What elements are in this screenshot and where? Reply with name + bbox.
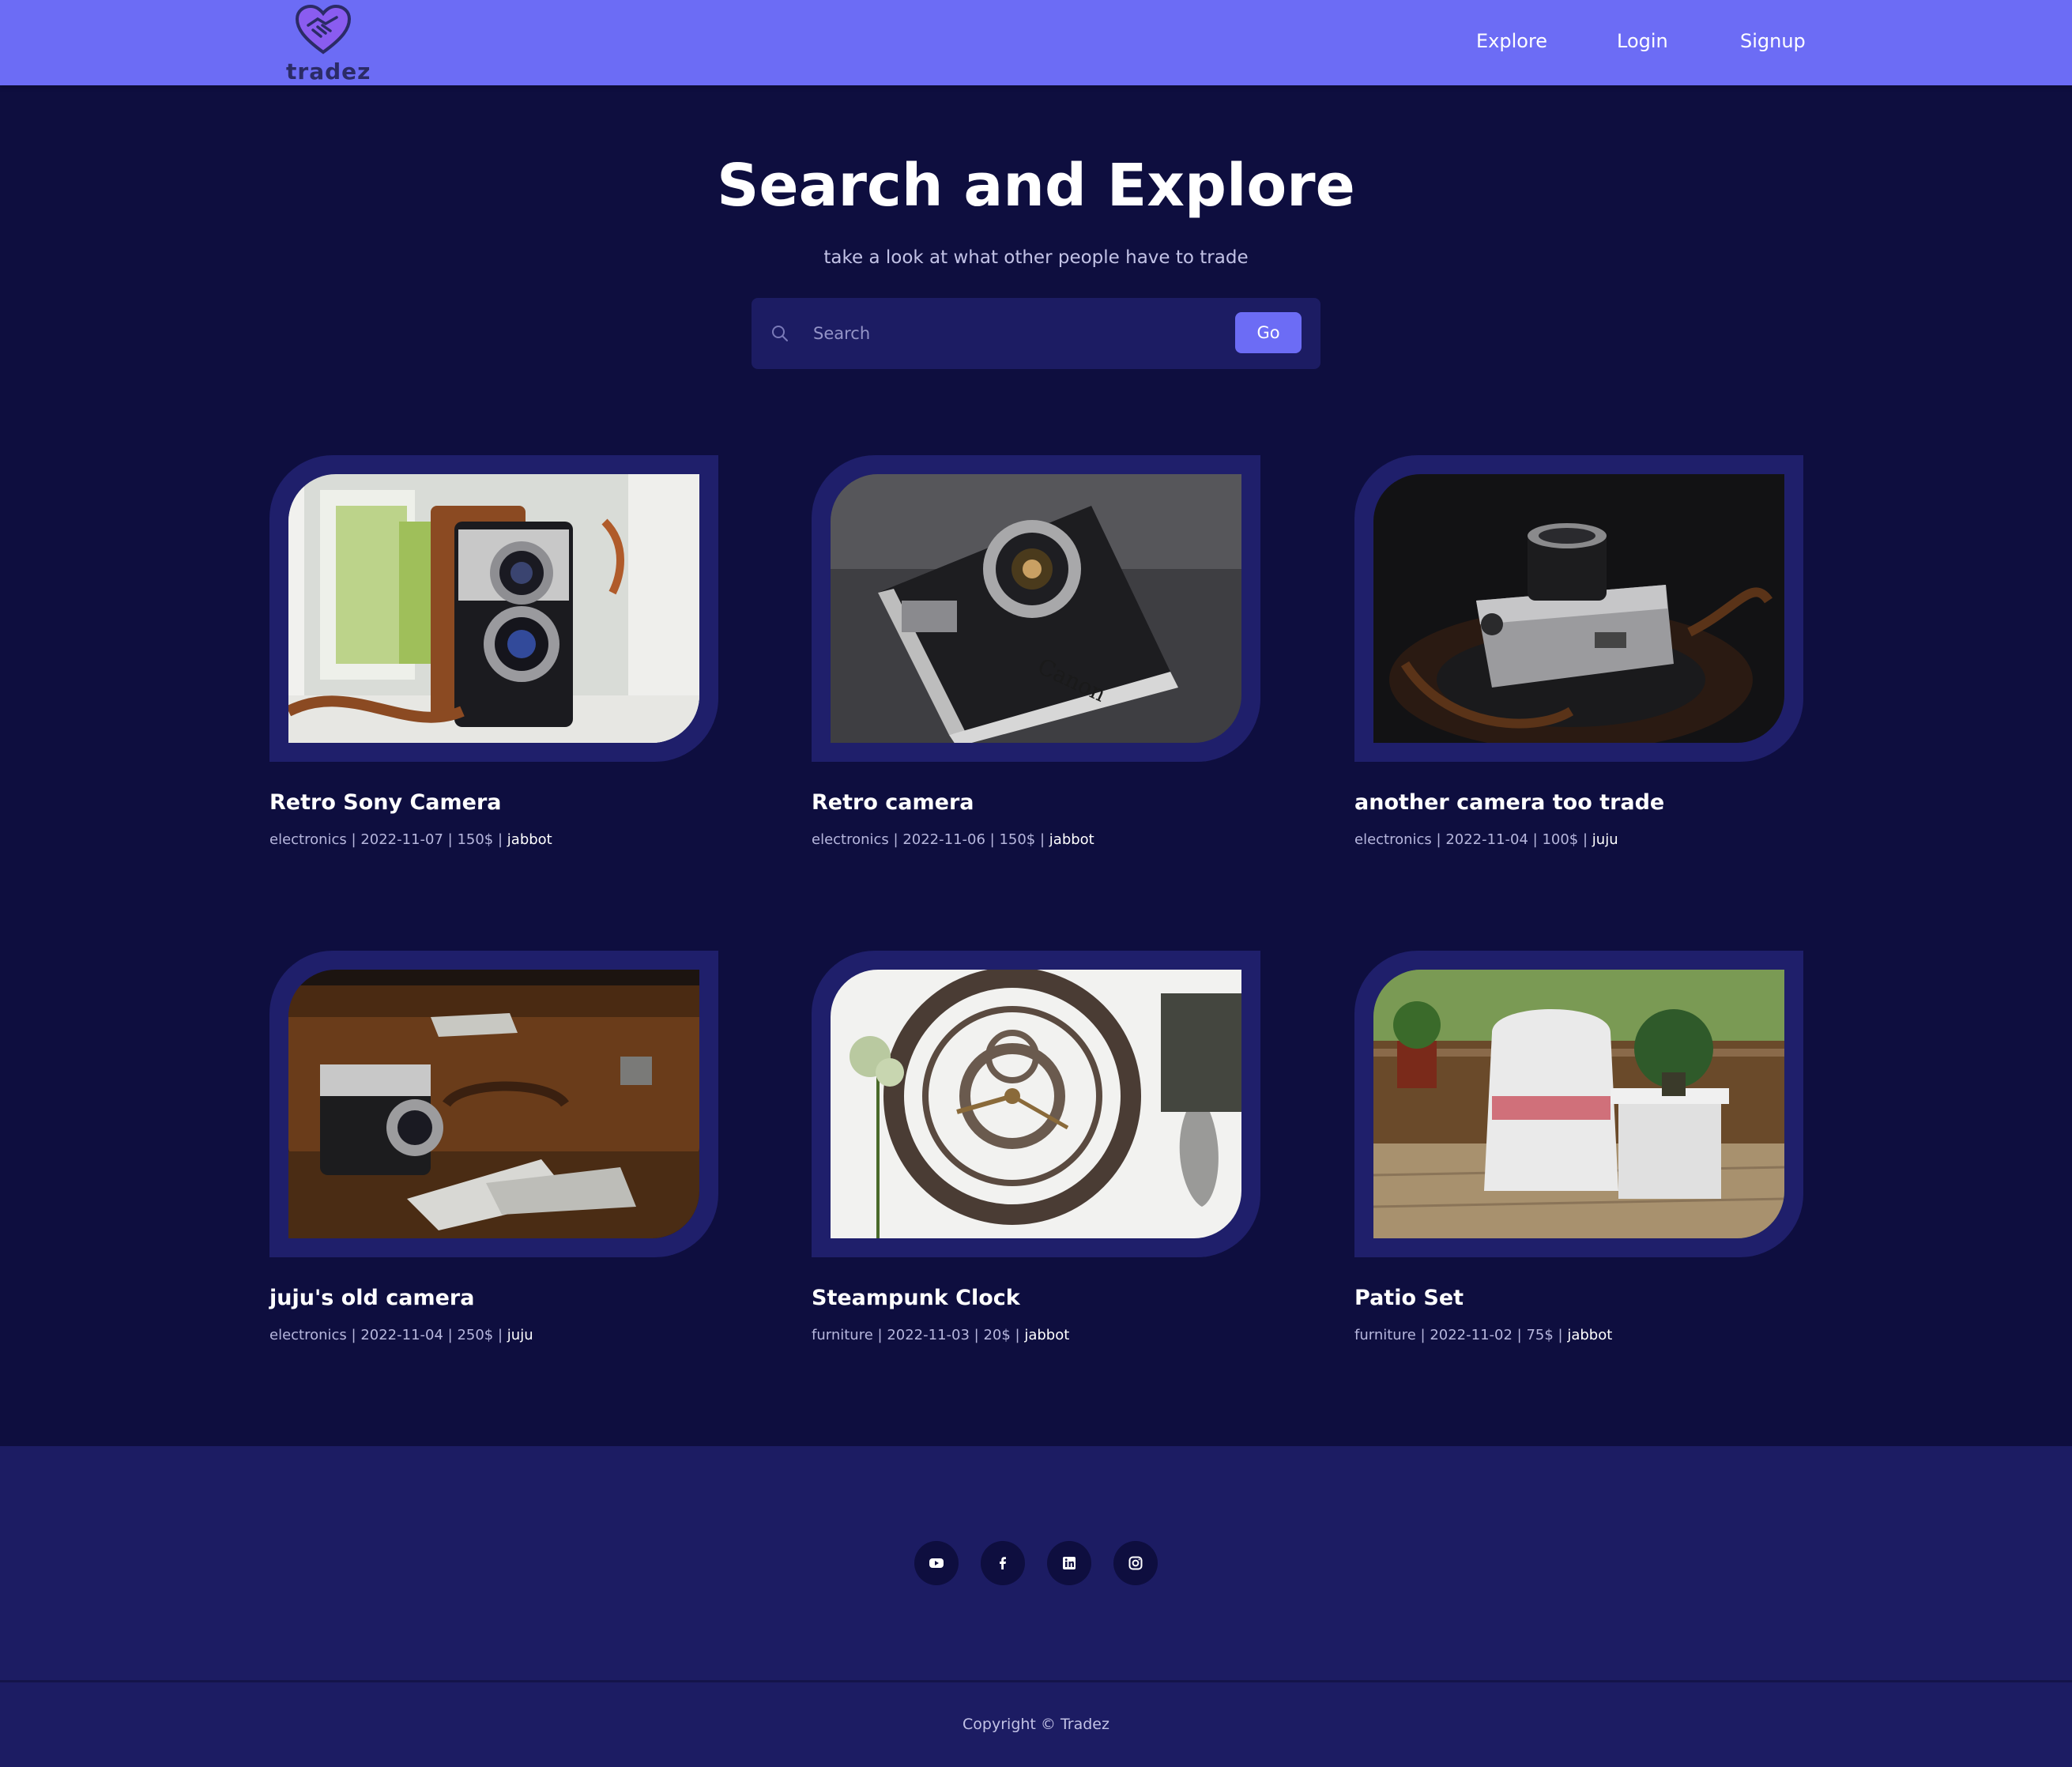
listing-category: electronics: [269, 1327, 347, 1343]
nav-explore-link[interactable]: Explore: [1476, 30, 1547, 52]
listing-price: 75$: [1526, 1327, 1554, 1343]
listing-date: 2022-11-02: [1430, 1327, 1513, 1343]
brand-logo[interactable]: tradez: [286, 5, 371, 85]
listing-user-link[interactable]: juju: [507, 1327, 533, 1343]
twin-lens-camera-photo: [288, 474, 699, 743]
search-input[interactable]: [813, 314, 1185, 353]
listing-image-frame: [1354, 951, 1803, 1257]
listing-card[interactable]: Steampunk Clock furniture | 2022-11-03 |…: [812, 951, 1260, 1362]
listing-user-link[interactable]: jabbot: [1567, 1327, 1612, 1343]
listing-card[interactable]: Retro Sony Camera electronics | 2022-11-…: [269, 455, 718, 866]
listing-image-frame: [1354, 455, 1803, 762]
facebook-link[interactable]: [981, 1541, 1025, 1585]
listing-title[interactable]: Steampunk Clock: [812, 1286, 1020, 1310]
listing-category: furniture: [812, 1327, 873, 1343]
copyright-text: Copyright © Tradez: [963, 1716, 1109, 1733]
listing-meta: electronics | 2022-11-06 | 150$ | jabbot: [812, 831, 1094, 848]
listing-category: electronics: [269, 831, 347, 848]
listing-title[interactable]: Patio Set: [1354, 1286, 1464, 1310]
listing-price: 250$: [457, 1327, 494, 1343]
listing-image-frame: [269, 455, 718, 762]
page-title: Search and Explore: [717, 152, 1355, 220]
youtube-icon: [929, 1558, 944, 1568]
listing-meta: electronics | 2022-11-07 | 150$ | jabbot: [269, 831, 552, 848]
listing-price: 150$: [457, 831, 494, 848]
instagram-icon: [1128, 1556, 1143, 1570]
listing-date: 2022-11-03: [887, 1327, 970, 1343]
listing-date: 2022-11-07: [360, 831, 443, 848]
listing-meta: furniture | 2022-11-02 | 75$ | jabbot: [1354, 1327, 1613, 1343]
listing-card[interactable]: Patio Set furniture | 2022-11-02 | 75$ |…: [1354, 951, 1803, 1362]
top-navbar: tradez Explore Login Signup: [0, 0, 2072, 85]
wicker-patio-photo: [1373, 970, 1784, 1238]
listing-image-frame: [812, 951, 1260, 1257]
listing-meta: electronics | 2022-11-04 | 250$ | juju: [269, 1327, 533, 1343]
listing-user-link[interactable]: jabbot: [1024, 1327, 1069, 1343]
listing-title[interactable]: Retro Sony Camera: [269, 790, 502, 815]
listing-meta: furniture | 2022-11-03 | 20$ | jabbot: [812, 1327, 1070, 1343]
listing-title[interactable]: another camera too trade: [1354, 790, 1664, 815]
footer: [0, 1446, 2072, 1680]
listing-title[interactable]: Retro camera: [812, 790, 974, 815]
listing-user-link[interactable]: juju: [1592, 831, 1618, 848]
nav-signup-link[interactable]: Signup: [1740, 30, 1806, 52]
listing-meta: electronics | 2022-11-04 | 100$ | juju: [1354, 831, 1618, 848]
nav-login-link[interactable]: Login: [1617, 30, 1668, 52]
instagram-link[interactable]: [1113, 1541, 1158, 1585]
listing-category: electronics: [812, 831, 889, 848]
listing-image-frame: [269, 951, 718, 1257]
heart-handshake-icon: [296, 5, 351, 55]
linkedin-icon: [1063, 1557, 1076, 1569]
search-bar: Go: [752, 298, 1320, 369]
listing-price: 20$: [983, 1327, 1011, 1343]
search-icon: [772, 326, 788, 341]
linkedin-link[interactable]: [1047, 1541, 1091, 1585]
listing-title[interactable]: juju's old camera: [269, 1286, 474, 1310]
listing-card[interactable]: another camera too trade electronics | 2…: [1354, 455, 1803, 866]
facebook-icon: [1000, 1557, 1006, 1569]
listing-date: 2022-11-04: [1445, 831, 1528, 848]
listing-user-link[interactable]: jabbot: [507, 831, 552, 848]
footer-bottom-bar: Copyright © Tradez: [0, 1680, 2072, 1767]
wall-clock-photo: [831, 970, 1241, 1238]
youtube-link[interactable]: [914, 1541, 959, 1585]
listing-category: electronics: [1354, 831, 1432, 848]
listing-card[interactable]: Canon Retro camera electronics | 2022-11…: [812, 455, 1260, 866]
listing-card[interactable]: juju's old camera electronics | 2022-11-…: [269, 951, 718, 1362]
page-subtitle: take a look at what other people have to…: [823, 247, 1249, 268]
listing-date: 2022-11-04: [360, 1327, 443, 1343]
listing-date: 2022-11-06: [902, 831, 985, 848]
search-go-button[interactable]: Go: [1235, 312, 1302, 353]
listing-price: 100$: [1542, 831, 1579, 848]
canon-rangefinder-photo: Canon: [831, 474, 1241, 743]
old-camera-suitcase-photo: [288, 970, 699, 1238]
listing-category: furniture: [1354, 1327, 1416, 1343]
compact-camera-photo: [1373, 474, 1784, 743]
listing-user-link[interactable]: jabbot: [1049, 831, 1094, 848]
listing-image-frame: Canon: [812, 455, 1260, 762]
listing-price: 150$: [999, 831, 1036, 848]
brand-name: tradez: [286, 58, 371, 85]
